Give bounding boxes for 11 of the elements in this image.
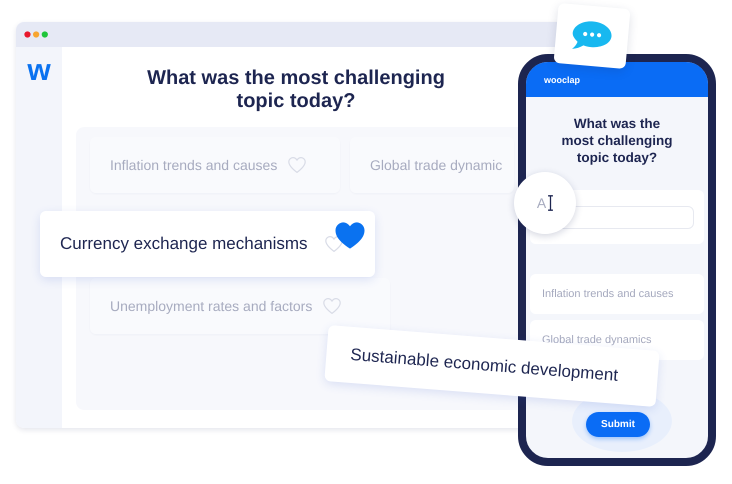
brand-name: wooclap [544, 74, 580, 84]
option-text: Inflation trends and causes [542, 288, 674, 300]
question-title: What was the most challenging topic today? [560, 115, 674, 166]
option-text: Global trade dynamics [542, 334, 652, 346]
answer-text: Global trade dynamic [370, 157, 502, 173]
logo: w [27, 57, 51, 85]
typed-text: A [536, 195, 546, 211]
question-title: What was the most challenging topic today? [146, 67, 446, 113]
answer-text: Currency exchange mechanisms [60, 234, 308, 254]
answer-text: Unemployment rates and factors [110, 298, 312, 314]
answer-text: Inflation trends and causes [110, 157, 278, 173]
